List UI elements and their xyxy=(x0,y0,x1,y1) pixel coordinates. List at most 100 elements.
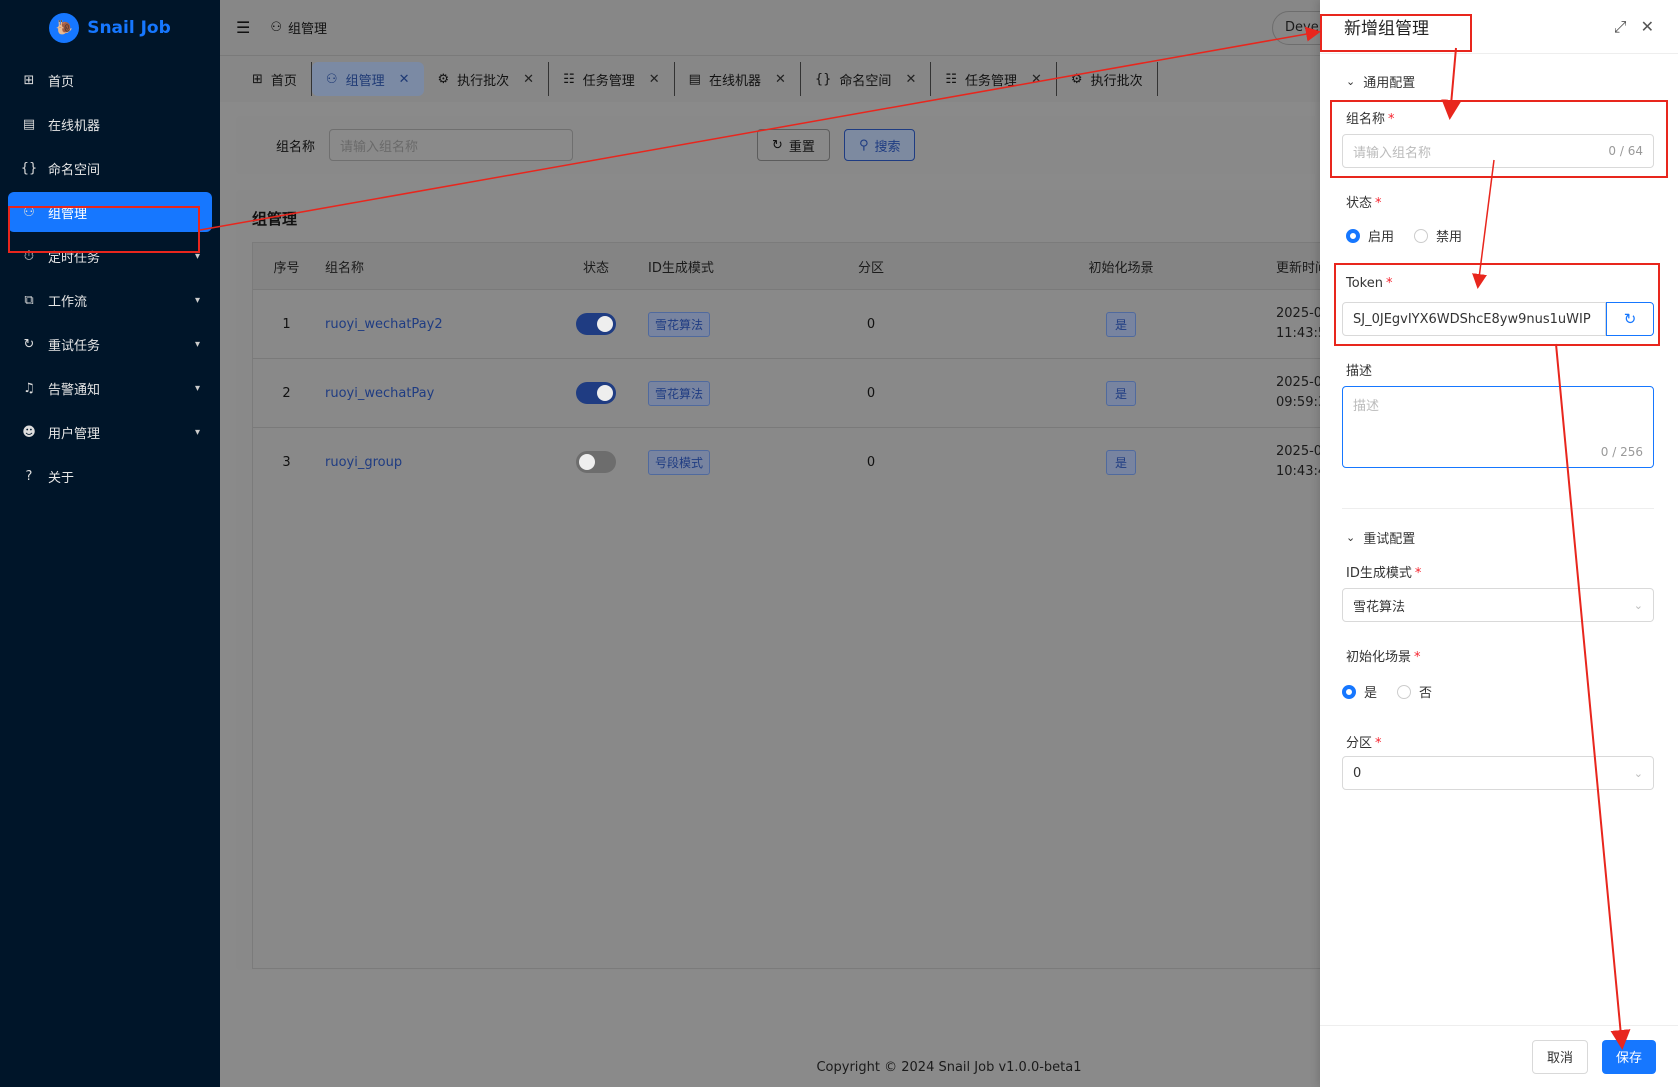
group-icon: ⚇ xyxy=(325,71,338,87)
status-toggle[interactable] xyxy=(576,451,616,473)
tab-home[interactable]: ⊞ 首页 xyxy=(238,62,312,96)
expand-icon[interactable]: ⤢ xyxy=(1614,17,1627,37)
id-mode-tag: 号段模式 xyxy=(648,449,711,475)
batch-icon: ⚙ xyxy=(437,71,450,87)
tab-task-management[interactable]: ☷ 任务管理 ✕ xyxy=(549,62,675,96)
breadcrumb: ⚇ 组管理 xyxy=(270,20,328,37)
chevron-down-icon: ▾ xyxy=(194,382,200,394)
sidebar-item-alerts[interactable]: ♫ 告警通知 ▾ xyxy=(8,368,212,408)
sidebar-item-group-management[interactable]: ⚇ 组管理 xyxy=(8,192,212,232)
char-counter: 0 / 64 xyxy=(1608,144,1643,158)
token-label: Token * xyxy=(1346,276,1393,291)
table-title: 组管理 xyxy=(252,210,298,228)
section-retry[interactable]: ⌄ 重试配置 xyxy=(1320,528,1441,547)
close-icon[interactable]: ✕ xyxy=(1031,72,1042,87)
users-icon: ☻ xyxy=(22,424,36,440)
tab-execution-batch-2[interactable]: ⚙ 执行批次 xyxy=(1057,62,1158,96)
sidebar-item-workflow[interactable]: ⧉ 工作流 ▾ xyxy=(8,280,212,320)
col-status: 状态 xyxy=(582,260,609,276)
id-mode-tag: 雪花算法 xyxy=(648,380,711,406)
retry-icon: ↻ xyxy=(23,336,35,352)
bell-icon: ♫ xyxy=(23,380,35,396)
batch-icon: ⚙ xyxy=(1070,71,1083,87)
grid-icon: ⊞ xyxy=(252,71,263,87)
sidebar: 🐌 Snail Job ⊞ 首页 ▤ 在线机器 {} 命名空间 ⚇ 组管理 ⏱ 定时任务 ▾… xyxy=(0,0,220,1087)
tab-execution-batch[interactable]: ⚙ 执行批次 ✕ xyxy=(424,62,550,96)
partition-value: 0 xyxy=(866,454,876,470)
workflow-icon: ⧉ xyxy=(24,292,34,308)
status-disabled-radio[interactable]: 禁用 xyxy=(1414,226,1462,245)
close-icon[interactable]: ✕ xyxy=(649,72,660,87)
sidebar-item-users[interactable]: ☻ 用户管理 ▾ xyxy=(8,412,212,452)
init-scene-radio-group: 是 否 xyxy=(1316,682,1458,701)
close-icon[interactable]: ✕ xyxy=(905,72,916,87)
tab-group-management[interactable]: ⚇ 组管理 ✕ xyxy=(311,62,424,96)
close-icon[interactable]: ✕ xyxy=(399,72,410,87)
chevron-down-icon: ⌄ xyxy=(1633,598,1643,612)
section-general[interactable]: ⌄ 通用配置 xyxy=(1320,72,1441,91)
chevron-down-icon: ▾ xyxy=(194,250,200,262)
init-scene-tag: 是 xyxy=(1105,311,1136,337)
menu-collapse-icon[interactable]: ☰ xyxy=(236,18,250,37)
sidebar-item-online-machines[interactable]: ▤ 在线机器 xyxy=(8,104,212,144)
close-icon[interactable]: ✕ xyxy=(775,72,786,87)
timer-icon: ⏱ xyxy=(23,248,35,264)
braces-icon: {} xyxy=(814,71,832,87)
search-button[interactable]: ⚲ 搜索 xyxy=(843,129,916,161)
tab-namespace[interactable]: {} 命名空间 ✕ xyxy=(801,62,932,96)
regenerate-token-button[interactable]: ↻ xyxy=(1606,302,1654,336)
group-name-label: 组名称 * xyxy=(1346,112,1395,127)
list-icon: ☷ xyxy=(945,71,957,87)
status-toggle[interactable] xyxy=(576,313,616,335)
group-name-link[interactable]: ruoyi_wechatPay2 xyxy=(325,317,443,332)
close-icon[interactable]: ✕ xyxy=(1641,17,1654,37)
save-button[interactable]: 保存 xyxy=(1601,1039,1656,1074)
group-name-link[interactable]: ruoyi_group xyxy=(325,455,402,470)
description-textarea[interactable]: 描述 0 / 256 xyxy=(1342,386,1654,468)
status-enabled-radio[interactable]: 启用 xyxy=(1346,226,1394,245)
row-index: 3 xyxy=(282,454,291,470)
tab-task-management-2[interactable]: ☷ 任务管理 ✕ xyxy=(931,62,1057,96)
group-name-input[interactable]: 请输入组名称 0 / 64 xyxy=(1342,134,1654,168)
id-mode-tag: 雪花算法 xyxy=(648,311,711,337)
group-name-link[interactable]: ruoyi_wechatPay xyxy=(325,386,434,401)
status-toggle[interactable] xyxy=(576,382,616,404)
chevron-down-icon: ▾ xyxy=(194,338,200,350)
new-group-drawer: 新增组管理 ⤢ ✕ ⌄ 通用配置 组名称 * 请输入组名称 0 / 64 状态 * 启用 … xyxy=(1320,0,1678,1087)
refresh-icon: ↻ xyxy=(772,137,783,153)
tab-online-machines[interactable]: ▤ 在线机器 ✕ xyxy=(675,62,801,96)
cancel-button[interactable]: 取消 xyxy=(1531,1039,1588,1074)
braces-icon: {} xyxy=(20,160,38,176)
init-scene-label: 初始化场景 * xyxy=(1346,650,1421,665)
sidebar-item-about[interactable]: ? 关于 xyxy=(8,456,212,496)
close-icon[interactable]: ✕ xyxy=(523,72,534,87)
init-scene-yes-radio[interactable]: 是 xyxy=(1342,682,1377,701)
id-mode-select[interactable]: 雪花算法 ⌄ xyxy=(1342,588,1654,622)
sidebar-item-retry-tasks[interactable]: ↻ 重试任务 ▾ xyxy=(8,324,212,364)
snail-logo-icon: 🐌 xyxy=(49,13,80,43)
partition-select[interactable]: 0 ⌄ xyxy=(1342,756,1654,790)
col-group-name: 组名称 xyxy=(325,260,365,276)
init-scene-tag: 是 xyxy=(1105,380,1136,406)
chevron-down-icon: ▾ xyxy=(194,294,200,306)
sidebar-item-scheduled-tasks[interactable]: ⏱ 定时任务 ▾ xyxy=(8,236,212,276)
chevron-down-icon: ⌄ xyxy=(1633,766,1643,780)
app-logo[interactable]: 🐌 Snail Job xyxy=(0,0,220,56)
token-input[interactable]: SJ_0JEgvIYX6WDShcE8yw9nus1uWIP xyxy=(1342,302,1606,336)
id-mode-label: ID生成模式 * xyxy=(1346,566,1422,581)
char-counter: 0 / 256 xyxy=(1600,445,1643,459)
search-label: 组名称 xyxy=(276,139,316,155)
group-name-search-input[interactable]: 请输入组名称 xyxy=(329,129,574,161)
init-scene-no-radio[interactable]: 否 xyxy=(1397,682,1432,701)
col-partition: 分区 xyxy=(857,260,884,276)
sidebar-item-namespace[interactable]: {} 命名空间 xyxy=(8,148,212,188)
status-label: 状态 * xyxy=(1346,196,1382,211)
chevron-down-icon: ⌄ xyxy=(1346,75,1356,88)
grid-icon: ⊞ xyxy=(23,72,35,88)
sidebar-item-home[interactable]: ⊞ 首页 xyxy=(8,60,212,100)
reset-button[interactable]: ↻ 重置 xyxy=(757,129,830,161)
server-icon: ▤ xyxy=(22,116,36,132)
col-index: 序号 xyxy=(273,260,300,276)
chevron-down-icon: ▾ xyxy=(194,426,200,438)
divider xyxy=(1342,508,1654,509)
